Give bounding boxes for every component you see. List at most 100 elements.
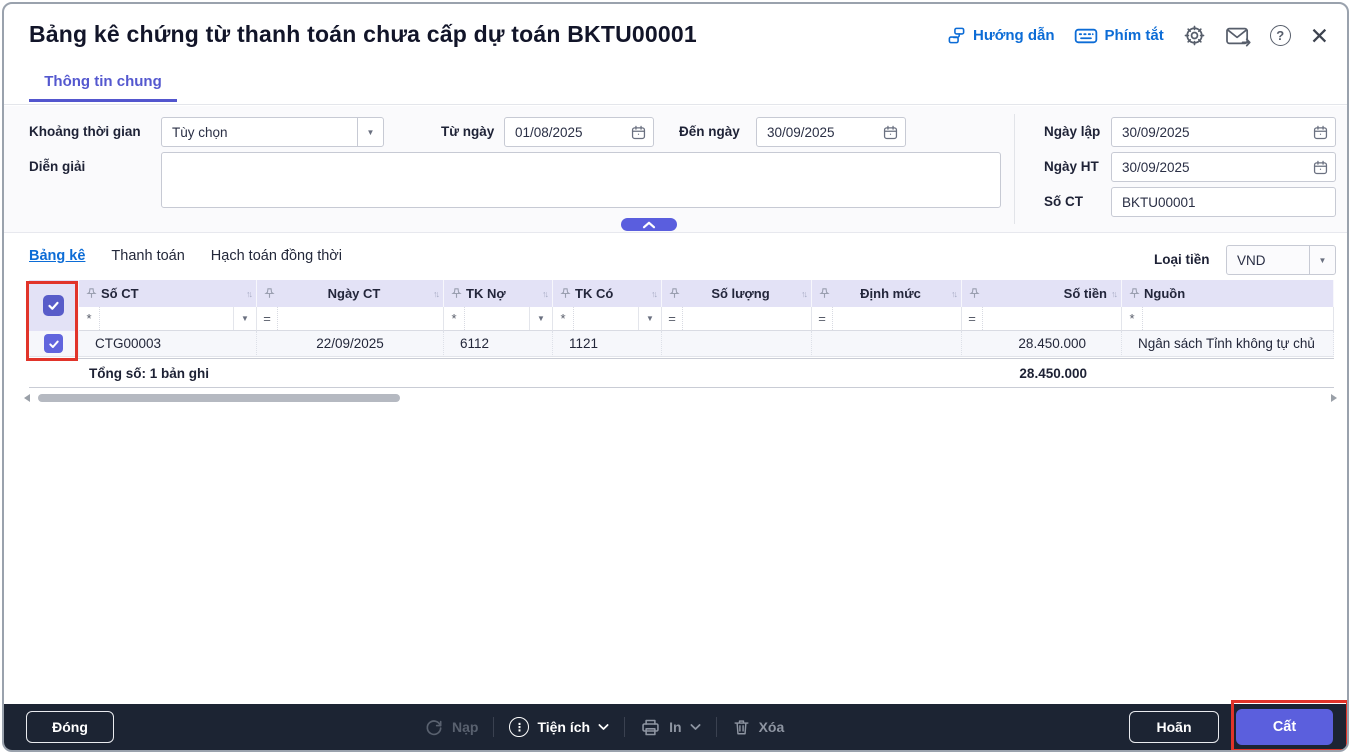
sort-icon[interactable]: ↑↓ (433, 289, 440, 299)
select-all-cell (29, 280, 79, 331)
detail-table: Số CT ↑↓ Ngày CT ↑↓ TK Nợ ↑↓ TK Có ↑↓ Số lượ… (29, 280, 1334, 357)
scroll-right-arrow[interactable] (1331, 394, 1337, 402)
dialog-window: Bảng kê chứng từ thanh toán chưa cấp dự … (2, 2, 1349, 752)
record-count: Tổng số: 1 bản ghi (89, 365, 210, 381)
posting-date-input[interactable] (1112, 159, 1305, 175)
save-button[interactable]: Cất (1236, 709, 1333, 745)
scroll-left-arrow[interactable] (24, 394, 30, 402)
calendar-icon[interactable] (623, 124, 653, 141)
cell-tk-co[interactable]: 1121 (553, 331, 662, 357)
tab-thong-tin-chung[interactable]: Thông tin chung (29, 73, 177, 102)
sort-icon[interactable]: ↑↓ (801, 289, 808, 299)
filter-input[interactable] (100, 307, 233, 330)
chevron-down-icon[interactable]: ▼ (1309, 246, 1335, 274)
filter-operator[interactable]: = (812, 307, 833, 330)
refresh-button[interactable]: Nạp (424, 717, 478, 737)
column-header-so-tien[interactable]: Số tiền ↑↓ (962, 280, 1122, 307)
calendar-icon[interactable] (875, 124, 905, 141)
column-header-so-ct[interactable]: Số CT ↑↓ (79, 280, 257, 307)
cell-nguon[interactable]: Ngân sách Tỉnh không tự chủ (1122, 331, 1334, 357)
tab-hach-toan-dong-thoi[interactable]: Hạch toán đồng thời (211, 248, 342, 264)
pin-icon (669, 288, 680, 298)
utilities-button[interactable]: ⋮ Tiện ích (509, 717, 609, 737)
period-label: Khoảng thời gian (29, 124, 141, 139)
filter-operator[interactable]: * (444, 307, 465, 330)
shortcut-link[interactable]: Phím tắt (1074, 27, 1164, 45)
collapse-form-button[interactable] (621, 218, 677, 231)
cell-so-luong[interactable] (662, 331, 812, 357)
cell-tk-no[interactable]: 6112 (444, 331, 553, 357)
filter-input[interactable] (574, 307, 638, 330)
from-date-input[interactable] (505, 124, 623, 140)
filter-operator[interactable]: * (553, 307, 574, 330)
calendar-icon[interactable] (1305, 124, 1335, 141)
tab-thanh-toan[interactable]: Thanh toán (111, 248, 184, 264)
guide-label: Hướng dẫn (973, 27, 1055, 44)
filter-input[interactable] (833, 307, 961, 330)
chevron-down-icon[interactable]: ▼ (357, 118, 383, 146)
filter-cell-tk-no: * ▼ (444, 307, 553, 331)
summary-amount: 28.450.000 (1019, 365, 1087, 381)
filter-operator[interactable]: = (257, 307, 278, 330)
guide-link[interactable]: Hướng dẫn (947, 26, 1055, 45)
filter-operator[interactable]: = (662, 307, 683, 330)
row-checkbox[interactable] (44, 334, 63, 353)
filter-input[interactable] (1143, 307, 1333, 330)
created-date-input[interactable] (1112, 124, 1305, 140)
sort-icon[interactable]: ↑↓ (651, 289, 658, 299)
cell-so-ct[interactable]: CTG00003 (79, 331, 257, 357)
select-all-checkbox[interactable] (43, 295, 64, 316)
doc-number-input[interactable] (1112, 194, 1335, 210)
to-date-input[interactable] (757, 124, 875, 140)
cell-ngay-ct[interactable]: 22/09/2025 (257, 331, 444, 357)
pin-icon (969, 288, 980, 298)
toolbar-divider (493, 717, 495, 737)
scrollbar-thumb[interactable] (38, 394, 400, 402)
calendar-icon[interactable] (1305, 159, 1335, 176)
sort-icon[interactable]: ↑↓ (1111, 289, 1118, 299)
chevron-down-icon[interactable]: ▼ (638, 307, 661, 330)
close-icon[interactable]: ✕ (1310, 24, 1329, 47)
detail-tab-bar: Bảng kê Thanh toán Hạch toán đồng thời L… (4, 241, 1347, 279)
sort-icon[interactable]: ↑↓ (542, 289, 549, 299)
postpone-button[interactable]: Hoãn (1129, 711, 1219, 743)
column-header-tk-no[interactable]: TK Nợ ↑↓ (444, 280, 553, 307)
pin-icon (560, 288, 571, 298)
filter-input[interactable] (683, 307, 811, 330)
help-icon[interactable]: ? (1269, 25, 1291, 46)
column-header-so-luong[interactable]: Số lượng ↑↓ (662, 280, 812, 307)
period-select[interactable]: Tùy chọn ▼ (161, 117, 384, 147)
column-header-nguon[interactable]: Nguồn (1122, 280, 1334, 307)
refresh-icon (426, 720, 442, 736)
print-button[interactable]: In (640, 717, 701, 738)
column-header-ngay-ct[interactable]: Ngày CT ↑↓ (257, 280, 444, 307)
pin-icon (264, 288, 275, 298)
delete-button[interactable]: Xóa (732, 717, 784, 737)
column-header-tk-co[interactable]: TK Có ↑↓ (553, 280, 662, 307)
horizontal-scrollbar[interactable] (22, 393, 1337, 403)
footer-toolbar: Đóng Nạp ⋮ Tiện ích In Xóa Hoãn Cất (4, 704, 1347, 750)
close-button[interactable]: Đóng (26, 711, 114, 743)
description-textarea[interactable] (161, 152, 1001, 208)
settings-icon[interactable] (1183, 24, 1206, 47)
cell-dinh-muc[interactable] (812, 331, 962, 357)
filter-operator[interactable]: * (79, 307, 100, 330)
filter-operator[interactable]: = (962, 307, 983, 330)
feedback-mail-icon[interactable] (1225, 25, 1251, 47)
filter-input[interactable] (278, 307, 443, 330)
chevron-down-icon[interactable]: ▼ (529, 307, 552, 330)
filter-input[interactable] (465, 307, 529, 330)
sort-icon[interactable]: ↑↓ (951, 289, 958, 299)
currency-label: Loại tiền (1154, 252, 1210, 267)
cell-so-tien[interactable]: 28.450.000 (962, 331, 1122, 357)
filter-operator[interactable]: * (1122, 307, 1143, 330)
created-date-label: Ngày lập (1044, 124, 1101, 139)
filter-input[interactable] (983, 307, 1121, 330)
sort-icon[interactable]: ↑↓ (246, 289, 253, 299)
column-header-dinh-muc[interactable]: Định mức ↑↓ (812, 280, 962, 307)
filter-cell-so-tien: = (962, 307, 1122, 331)
chevron-down-icon[interactable]: ▼ (233, 307, 256, 330)
pin-icon (819, 288, 830, 298)
tab-bang-ke[interactable]: Bảng kê (29, 248, 85, 264)
currency-select[interactable]: VND ▼ (1226, 245, 1336, 275)
